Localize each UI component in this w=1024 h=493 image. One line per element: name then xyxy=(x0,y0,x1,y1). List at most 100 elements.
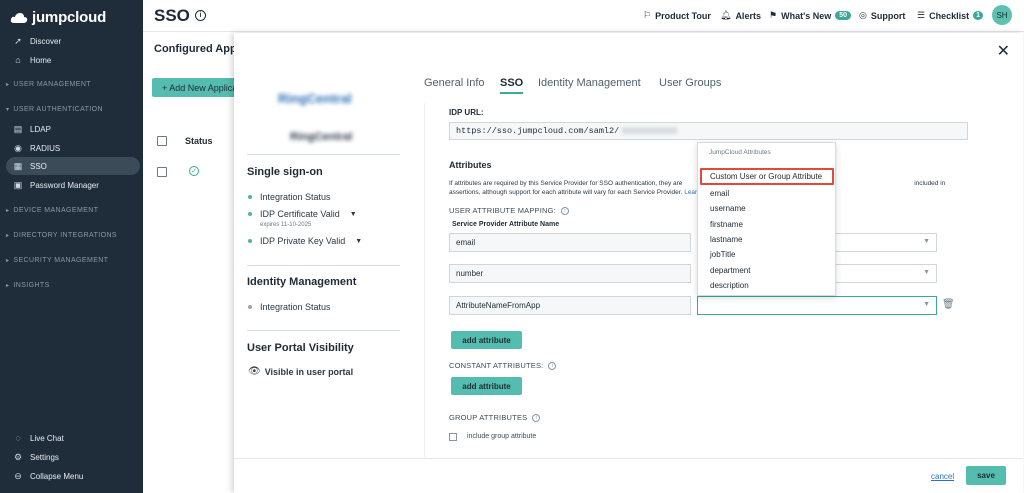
section-label: DIRECTORY INTEGRATIONS xyxy=(13,232,117,239)
chevron-right-icon: ▸ xyxy=(6,82,10,88)
tab-user-groups[interactable]: User Groups xyxy=(659,77,721,92)
info-icon[interactable]: i xyxy=(548,361,557,370)
include-group-attribute-checkbox[interactable] xyxy=(449,433,457,441)
sidebar-section-directory-integrations[interactable]: ▸ DIRECTORY INTEGRATIONS xyxy=(6,232,117,239)
tab-general-info[interactable]: General Info xyxy=(424,77,485,92)
select-all-checkbox[interactable] xyxy=(157,136,167,146)
add-constant-attribute-button[interactable]: add attribute xyxy=(451,377,522,395)
checklist-button[interactable]: ☰ Checklist 1 xyxy=(917,10,984,21)
sidebar-section-user-management[interactable]: ▸ USER MANAGEMENT xyxy=(6,81,91,88)
sidebar-item-live-chat[interactable]: ◌ Live Chat xyxy=(6,429,140,447)
sidebar-item-label: Home xyxy=(30,55,52,65)
divider xyxy=(247,265,400,266)
row-checkbox[interactable] xyxy=(157,167,167,177)
sp-attribute-name-header: Service Provider Attribute Name xyxy=(452,221,560,228)
section-label: DEVICE MANAGEMENT xyxy=(13,207,99,214)
dropdown-option[interactable]: username xyxy=(710,204,746,213)
support-button[interactable]: ◎ Support xyxy=(859,10,905,21)
jc-attribute-select[interactable]: ▼ xyxy=(697,296,937,315)
idp-url-label: IDP URL: xyxy=(449,108,484,117)
chevron-right-icon: ▸ xyxy=(6,283,10,289)
close-icon[interactable]: ✕ xyxy=(997,41,1010,61)
group-attributes-label: GROUP ATTRIBUTES i xyxy=(449,413,541,422)
sidebar-section-user-authentication[interactable]: ▾ USER AUTHENTICATION xyxy=(6,106,103,113)
user-portal-visibility-title: User Portal Visibility xyxy=(247,342,354,354)
alerts-button[interactable]: 🔔︎ Alerts xyxy=(720,10,761,21)
jc-attributes-dropdown[interactable]: JumpCloud Attributes Custom User or Grou… xyxy=(697,142,836,296)
attributes-title: Attributes xyxy=(449,160,492,170)
add-new-application-button[interactable]: + Add New Application xyxy=(152,78,236,97)
sidebar-item-label: Live Chat xyxy=(30,433,64,443)
brand-logo[interactable]: jumpcloud xyxy=(10,9,106,26)
product-tour-button[interactable]: ⚐ Product Tour xyxy=(643,10,711,21)
sidebar-item-radius[interactable]: ◉ RADIUS xyxy=(6,139,140,157)
status-label: IDP Private Key Valid xyxy=(260,236,346,246)
tab-identity-management[interactable]: Identity Management xyxy=(538,77,641,92)
include-group-attribute-label: include group attribute xyxy=(467,433,537,440)
collapse-icon: ⊖ xyxy=(14,470,22,481)
info-icon[interactable]: i xyxy=(560,206,569,215)
sp-attribute-input[interactable]: number xyxy=(449,264,691,283)
caret-down-icon: ▼ xyxy=(349,210,357,218)
sidebar-section-device-management[interactable]: ▸ DEVICE MANAGEMENT xyxy=(6,207,98,214)
caps-label: USER ATTRIBUTE MAPPING: xyxy=(449,206,556,215)
dropdown-header: JumpCloud Attributes xyxy=(709,149,771,156)
avatar[interactable]: SH xyxy=(992,5,1012,25)
sidebar-item-label: LDAP xyxy=(30,124,51,134)
radius-icon: ◉ xyxy=(14,142,22,153)
sidebar-section-insights[interactable]: ▸ INSIGHTS xyxy=(6,282,50,289)
sidebar-item-ldap[interactable]: ▤ LDAP xyxy=(6,120,140,138)
brand-name: jumpcloud xyxy=(32,9,107,26)
status-label: IDP Certificate Valid xyxy=(260,209,340,219)
product-tour-label: Product Tour xyxy=(655,10,711,21)
sidebar-item-settings[interactable]: ⚙ Settings xyxy=(6,448,140,466)
configured-apps-title: Configured Apps xyxy=(154,43,243,55)
ldap-icon: ▤ xyxy=(13,123,23,134)
divider xyxy=(247,154,400,155)
sidebar-section-security-management[interactable]: ▸ SECURITY MANAGEMENT xyxy=(6,257,108,264)
dropdown-option-custom-attribute[interactable]: Custom User or Group Attribute xyxy=(700,168,834,185)
caps-label: GROUP ATTRIBUTES xyxy=(449,413,528,422)
dropdown-option[interactable]: jobTitle xyxy=(710,250,736,259)
add-attribute-button[interactable]: add attribute xyxy=(451,331,522,349)
flag-icon: ⚑ xyxy=(769,10,778,20)
whats-new-button[interactable]: ⚑ What's New 50 xyxy=(769,10,852,21)
sso-integration-status: Integration Status xyxy=(248,192,331,202)
status-dot xyxy=(248,212,252,216)
modal-footer: cancel save xyxy=(234,458,1023,493)
caret-down-icon: ▼ xyxy=(355,237,363,245)
trash-icon[interactable]: 🗑︎ xyxy=(942,299,955,310)
idp-private-key-status[interactable]: IDP Private Key Valid ▼ xyxy=(248,236,362,246)
cancel-link[interactable]: cancel xyxy=(931,472,954,481)
chevron-right-icon: ▸ xyxy=(6,233,10,239)
sidebar-item-sso[interactable]: ▦ SSO xyxy=(6,157,140,175)
sidebar-item-label: SSO xyxy=(30,161,47,171)
checklist-count-badge: 1 xyxy=(973,11,984,20)
sidebar-item-collapse-menu[interactable]: ⊖ Collapse Menu xyxy=(6,467,140,485)
info-icon[interactable]: i xyxy=(532,413,541,422)
tab-sso[interactable]: SSO xyxy=(500,77,524,94)
grid-icon: ▦ xyxy=(13,160,23,171)
dropdown-option[interactable]: lastname xyxy=(710,235,742,244)
sidebar-item-label: Discover xyxy=(30,36,62,46)
idp-url-value: https://sso.jumpcloud.com/saml2/ xyxy=(456,126,620,136)
sidebar-item-home[interactable]: ⌂ Home xyxy=(6,51,140,69)
dropdown-option[interactable]: department xyxy=(710,266,750,275)
dropdown-option[interactable]: firstname xyxy=(710,220,743,229)
description-text-1: If attributes are required by this Servi… xyxy=(449,180,685,187)
sidebar-item-password-manager[interactable]: ▣ Password Manager xyxy=(6,176,140,194)
dropdown-option[interactable]: description xyxy=(710,281,749,290)
alerts-label: Alerts xyxy=(735,10,761,21)
sp-attribute-input[interactable]: email xyxy=(449,233,691,252)
save-button[interactable]: save xyxy=(966,466,1006,485)
sidebar-item-discover[interactable]: ➚ Discover xyxy=(6,32,140,50)
idp-url-field[interactable]: https://sso.jumpcloud.com/saml2/ xyxy=(449,122,968,140)
top-header: SSO i ⚐ Product Tour 🔔︎ Alerts ⚑ What's … xyxy=(143,0,1024,32)
idp-certificate-status[interactable]: IDP Certificate Valid ▼ xyxy=(248,209,357,219)
sidebar-item-label: Password Manager xyxy=(30,180,99,190)
password-manager-icon: ▣ xyxy=(13,179,23,190)
bell-icon: 🔔︎ xyxy=(720,10,732,20)
dropdown-option[interactable]: email xyxy=(710,189,729,198)
sp-attribute-input[interactable]: AttributeNameFromApp xyxy=(449,296,691,315)
info-icon[interactable]: i xyxy=(195,10,206,21)
